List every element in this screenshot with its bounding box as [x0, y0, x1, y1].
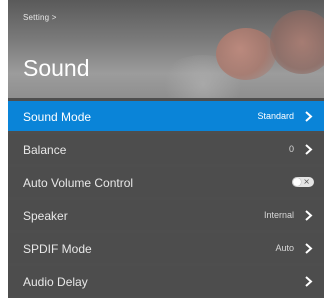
- menu-item-label: Balance: [23, 143, 67, 157]
- menu-item-spdif-mode[interactable]: SPDIF Mode Auto: [8, 233, 324, 263]
- menu-item-label: SPDIF Mode: [23, 242, 92, 256]
- menu-item-audio-delay[interactable]: Audio Delay: [8, 266, 324, 296]
- page-title: Sound: [23, 55, 90, 81]
- breadcrumb[interactable]: Setting >: [23, 13, 57, 22]
- menu-item-value: 0: [288, 144, 294, 154]
- toggle-off-icon: ×: [303, 177, 310, 186]
- sound-settings-panel: Setting > Sound Sound Mode Standard Bala…: [8, 0, 324, 298]
- menu-item-label: Audio Delay: [23, 275, 88, 289]
- background-decoration: [216, 28, 276, 80]
- auto-volume-toggle[interactable]: ×: [292, 177, 314, 187]
- menu-item-balance[interactable]: Balance 0: [8, 134, 324, 164]
- background-decoration: [270, 10, 324, 74]
- menu-item-sound-mode[interactable]: Sound Mode Standard: [8, 101, 324, 131]
- menu-item-speaker[interactable]: Speaker Internal: [8, 200, 324, 230]
- menu-item-auto-volume-control[interactable]: Auto Volume Control ×: [8, 167, 324, 197]
- menu-item-label: Auto Volume Control: [23, 176, 134, 190]
- chevron-right-icon: [305, 111, 313, 122]
- menu-item-value: Auto: [275, 243, 294, 253]
- sound-menu: Sound Mode Standard Balance 0 Auto Volum…: [8, 101, 324, 298]
- chevron-right-icon: [305, 243, 313, 254]
- chevron-right-icon: [305, 144, 313, 155]
- menu-item-label: Speaker: [23, 209, 68, 223]
- menu-item-value: Internal: [263, 210, 294, 220]
- header-banner: Setting > Sound: [8, 0, 324, 98]
- menu-item-label: Sound Mode: [23, 110, 92, 124]
- toggle-knob: [293, 178, 301, 186]
- chevron-right-icon: [305, 276, 313, 287]
- menu-item-value: Standard: [257, 111, 294, 121]
- chevron-right-icon: [305, 210, 313, 221]
